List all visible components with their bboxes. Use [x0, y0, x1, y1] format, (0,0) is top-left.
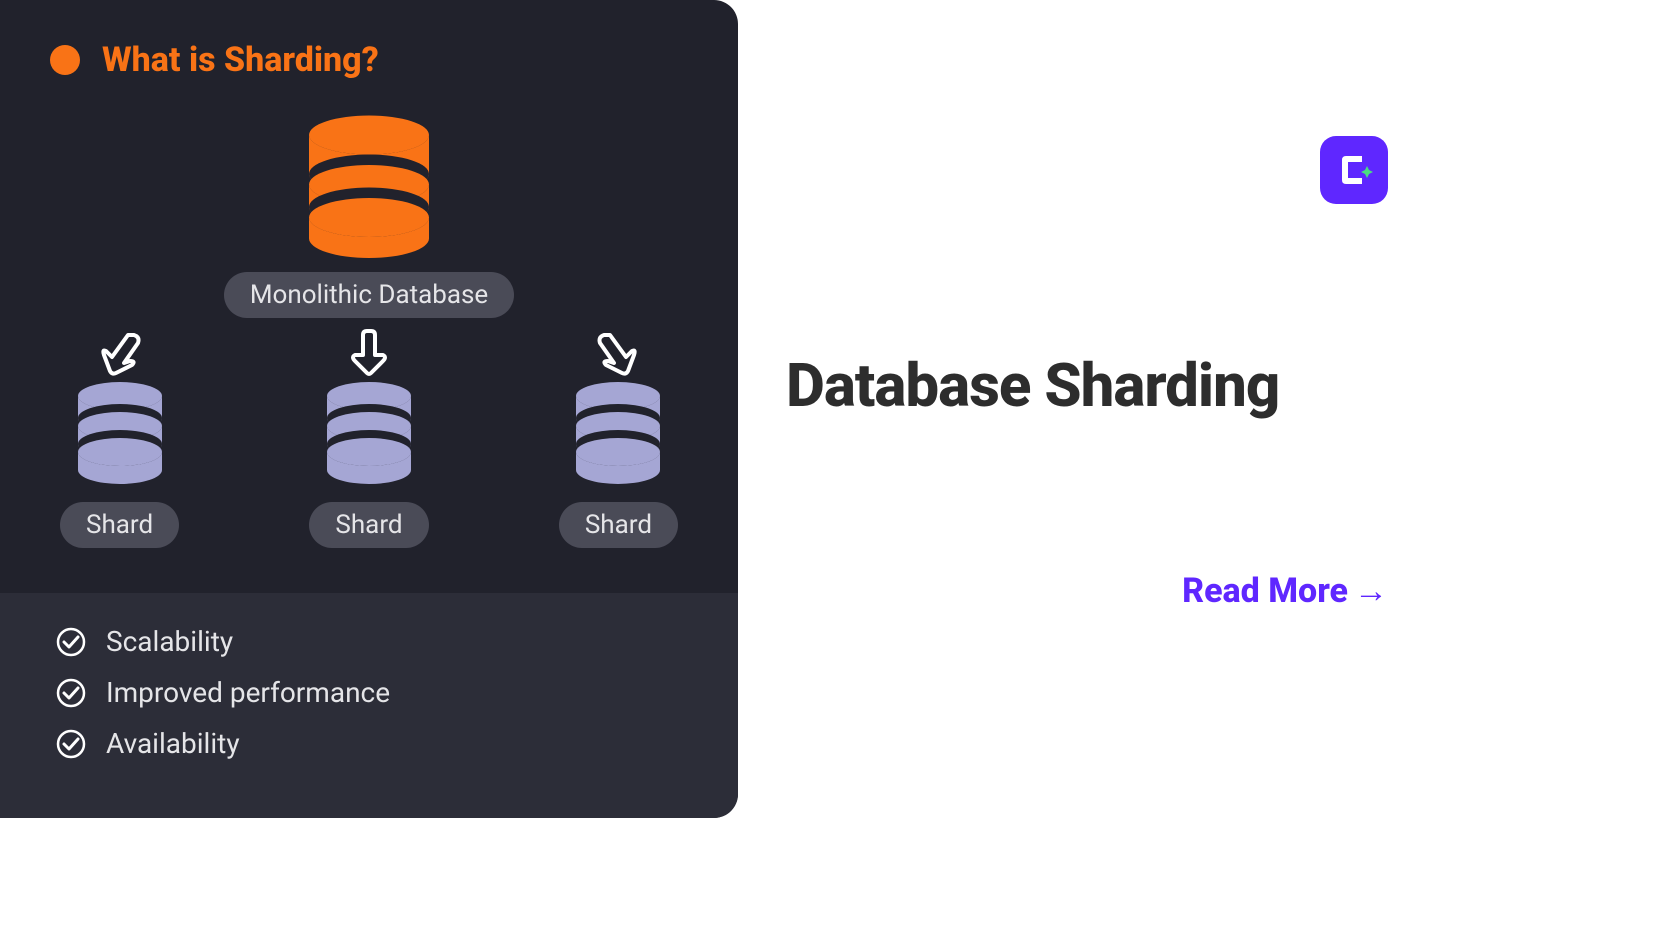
database-icon	[294, 108, 444, 258]
shard-label: Shard	[309, 502, 428, 548]
check-circle-icon	[56, 627, 86, 657]
shard-node-2: Shard	[309, 328, 428, 548]
shard-node-3: Shard	[559, 328, 678, 548]
shard-label: Shard	[559, 502, 678, 548]
brand-logo-icon	[1320, 136, 1388, 204]
heading-text: What is Sharding?	[102, 40, 379, 80]
arrow-down-icon	[349, 329, 389, 377]
diagram-area: What is Sharding? Monolithic Database	[0, 0, 738, 593]
read-more-link[interactable]: Read More →	[1182, 571, 1388, 611]
check-circle-icon	[56, 729, 86, 759]
arrow-down-right-icon	[596, 329, 640, 377]
database-icon	[319, 378, 419, 488]
benefit-item: Improved performance	[56, 676, 682, 709]
monolithic-db-label: Monolithic Database	[224, 272, 514, 318]
shard-label: Shard	[60, 502, 179, 548]
arrow-down-left-icon	[98, 329, 142, 377]
page-title: Database Sharding	[786, 350, 1279, 421]
heading-bullet-icon	[50, 45, 80, 75]
benefit-text: Improved performance	[106, 676, 390, 709]
heading-row: What is Sharding?	[50, 40, 688, 80]
sharding-tree: Monolithic Database	[50, 108, 688, 548]
content-panel: Database Sharding Read More →	[738, 0, 1654, 929]
database-icon	[568, 378, 668, 488]
benefit-item: Scalability	[56, 625, 682, 658]
diagram-panel: What is Sharding? Monolithic Database	[0, 0, 738, 818]
read-more-text: Read More	[1182, 571, 1348, 611]
benefit-item: Availability	[56, 727, 682, 760]
arrow-right-icon: →	[1354, 571, 1388, 611]
benefits-list: Scalability Improved performance Availab…	[0, 593, 738, 818]
benefit-text: Availability	[106, 727, 240, 760]
check-circle-icon	[56, 678, 86, 708]
database-icon	[70, 378, 170, 488]
shard-node-1: Shard	[60, 328, 179, 548]
shards-row: Shard	[50, 328, 688, 548]
monolithic-db-node: Monolithic Database	[224, 108, 514, 318]
benefit-text: Scalability	[106, 625, 233, 658]
